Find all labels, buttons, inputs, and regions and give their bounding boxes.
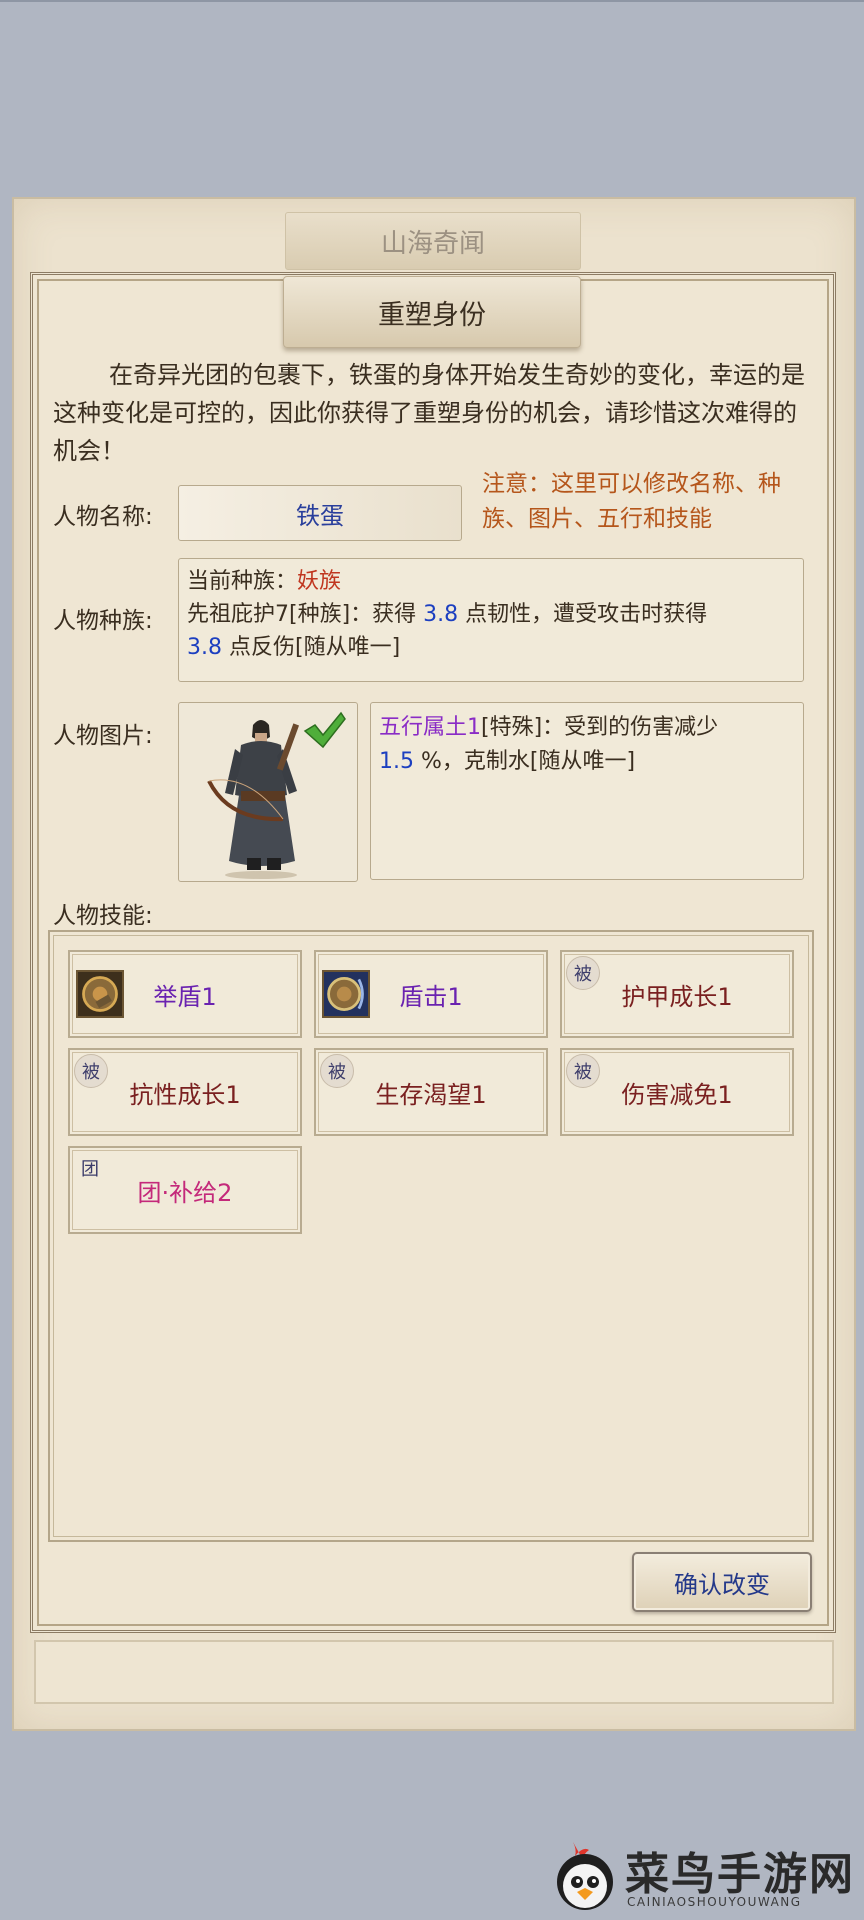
top-divider [0, 0, 864, 2]
watermark-subtitle: CAINIAOSHOUYOUWANG [627, 1895, 802, 1909]
skill-name: 抗性成长1 [129, 1080, 241, 1109]
skill-slot-1[interactable]: 举盾1 [68, 950, 302, 1038]
wuxing-desc-2: %，克制水[随从唯一] [414, 749, 636, 774]
notice-text: 注意：这里可以修改名称、种族、图片、五行和技能 [482, 471, 781, 532]
selected-check-icon [303, 711, 346, 749]
race-current-prefix: 当前种族： [187, 569, 298, 594]
race-trait-description: 先祖庇护7[种族]：获得 3.8 点韧性，遭受攻击时获得 3.8 点反伤[随从唯一… [187, 598, 795, 664]
skills-panel: 举盾1 盾击1 被 护甲成长1 被 抗性成长1 被 生存渴望1 被 伤害减免1 … [48, 930, 814, 1542]
skill-slot-4[interactable]: 被 抗性成长1 [68, 1048, 302, 1136]
race-desc-3: 点反伤[随从唯一] [222, 635, 401, 660]
skill-slot-3[interactable]: 被 护甲成长1 [560, 950, 794, 1038]
race-selector[interactable]: 当前种族：妖族 先祖庇护7[种族]：获得 3.8 点韧性，遭受攻击时获得 3.8 … [178, 558, 804, 682]
name-input[interactable]: 铁蛋 [178, 485, 462, 541]
wuxing-desc-1: [特殊]：受到的伤害减少 [481, 715, 719, 740]
confirm-change-button[interactable]: 确认改变 [632, 1552, 812, 1612]
tab-shanhai-qiwen[interactable]: 山海奇闻 [285, 212, 581, 270]
intro-text: 在奇异光团的包裹下，铁蛋的身体开始发生奇妙的变化，幸运的是这种变化是可控的，因此… [53, 361, 805, 465]
race-desc-2: 点韧性，遭受攻击时获得 [458, 602, 708, 627]
skill-slot-6[interactable]: 被 伤害减免1 [560, 1048, 794, 1136]
name-label: 人物名称: [53, 504, 153, 530]
wuxing-name: 五行属土1 [379, 715, 481, 740]
skill-name: 举盾1 [153, 982, 217, 1011]
race-value-2: 3.8 [187, 635, 222, 660]
race-current-value: 妖族 [297, 569, 342, 594]
skill-name: 护甲成长1 [621, 982, 733, 1011]
skill-slot-7[interactable]: 团 团·补给2 [68, 1146, 302, 1234]
watermark-logo: 菜鸟手游网 CAINIAOSHOUYOUWANG [545, 1836, 864, 1916]
bird-logo-icon [557, 1842, 613, 1910]
watermark-title: 菜鸟手游网 [625, 1849, 855, 1900]
dialog-title-tab: 重塑身份 [283, 276, 581, 348]
skill-name: 生存渴望1 [375, 1080, 487, 1109]
skill-slot-5[interactable]: 被 生存渴望1 [314, 1048, 548, 1136]
skill-name: 团·补给2 [137, 1178, 233, 1207]
portrait-selector[interactable] [178, 702, 358, 882]
skills-label: 人物技能: [53, 903, 153, 929]
race-desc-1: 先祖庇护7[种族]：获得 [187, 602, 424, 627]
race-label: 人物种族: [53, 608, 153, 634]
race-value-1: 3.8 [423, 602, 459, 627]
wuxing-selector[interactable]: 五行属土1[特殊]：受到的伤害减少 1.5 %，克制水[随从唯一] [370, 702, 804, 880]
skill-name: 盾击1 [399, 982, 463, 1011]
bottom-bar [34, 1640, 834, 1704]
portrait-label: 人物图片: [53, 723, 153, 749]
skill-name: 伤害减免1 [621, 1080, 733, 1109]
skill-slot-2[interactable]: 盾击1 [314, 950, 548, 1038]
wuxing-value: 1.5 [379, 749, 414, 774]
race-current-line: 当前种族：妖族 [187, 565, 795, 598]
